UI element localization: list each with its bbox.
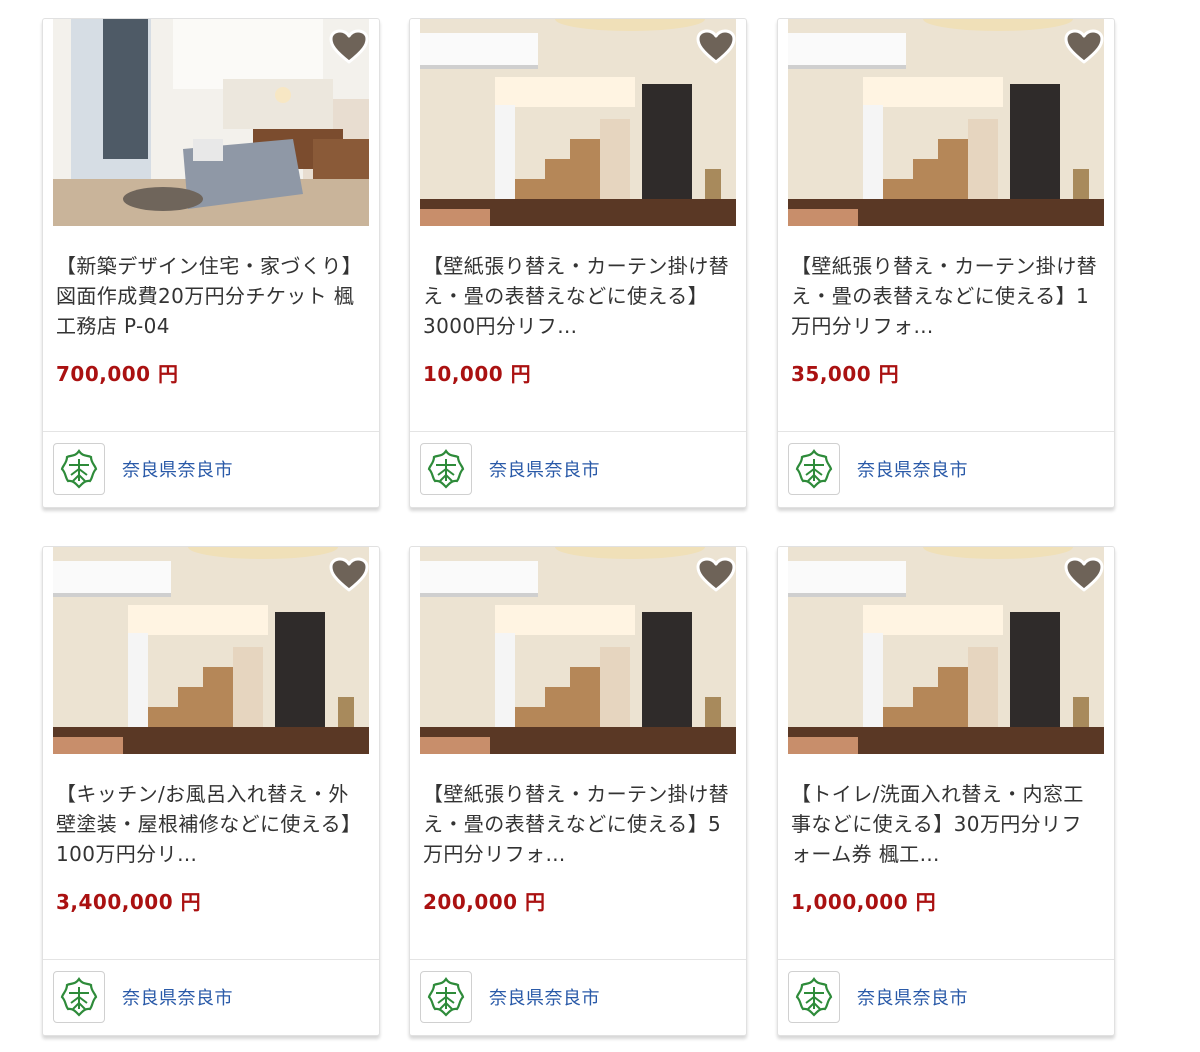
heart-icon[interactable] bbox=[1064, 29, 1104, 65]
municipality-link[interactable]: 奈良県奈良市 bbox=[122, 456, 233, 482]
product-card[interactable]: 【壁紙張り替え・カーテン掛け替え・畳の表替えなどに使える】1万円分リフォ… 35… bbox=[777, 18, 1115, 508]
product-price: 200,000 円 bbox=[423, 890, 546, 914]
heart-icon[interactable] bbox=[696, 557, 736, 593]
product-title[interactable]: 【新築デザイン住宅・家づくり】図面作成費20万円分チケット 楓工務店 P-04 bbox=[56, 251, 364, 341]
product-price: 35,000 円 bbox=[791, 362, 900, 386]
nara-city-emblem-icon bbox=[53, 443, 105, 495]
heart-icon[interactable] bbox=[1064, 557, 1104, 593]
heart-icon[interactable] bbox=[329, 557, 369, 593]
divider bbox=[410, 959, 746, 960]
product-card[interactable]: 【トイレ/洗面入れ替え・内窓工事などに使える】30万円分リフォーム券 楓工… 1… bbox=[777, 546, 1115, 1036]
divider bbox=[43, 959, 379, 960]
product-title[interactable]: 【トイレ/洗面入れ替え・内窓工事などに使える】30万円分リフォーム券 楓工… bbox=[791, 779, 1099, 869]
product-card[interactable]: 【壁紙張り替え・カーテン掛け替え・畳の表替えなどに使える】5万円分リフォ… 20… bbox=[409, 546, 747, 1036]
product-image-stair-shelf-room[interactable] bbox=[53, 547, 369, 754]
divider bbox=[778, 431, 1114, 432]
nara-city-emblem-icon bbox=[53, 971, 105, 1023]
divider bbox=[410, 431, 746, 432]
product-image-stair-shelf-room[interactable] bbox=[788, 547, 1104, 754]
municipality-link[interactable]: 奈良県奈良市 bbox=[122, 984, 233, 1010]
product-image-stair-shelf-room[interactable] bbox=[420, 19, 736, 226]
nara-city-emblem-icon bbox=[788, 443, 840, 495]
nara-city-emblem-icon bbox=[420, 443, 472, 495]
product-price: 3,400,000 円 bbox=[56, 890, 202, 914]
municipality-link[interactable]: 奈良県奈良市 bbox=[489, 456, 600, 482]
product-image-stair-shelf-room[interactable] bbox=[788, 19, 1104, 226]
heart-icon[interactable] bbox=[696, 29, 736, 65]
product-card[interactable]: 【壁紙張り替え・カーテン掛け替え・畳の表替えなどに使える】3000円分リフ… 1… bbox=[409, 18, 747, 508]
product-title[interactable]: 【壁紙張り替え・カーテン掛け替え・畳の表替えなどに使える】5万円分リフォ… bbox=[423, 779, 731, 869]
product-image-stair-shelf-room[interactable] bbox=[420, 547, 736, 754]
product-image-living-room[interactable] bbox=[53, 19, 369, 226]
municipality-link[interactable]: 奈良県奈良市 bbox=[489, 984, 600, 1010]
product-price: 700,000 円 bbox=[56, 362, 179, 386]
product-price: 1,000,000 円 bbox=[791, 890, 937, 914]
divider bbox=[778, 959, 1114, 960]
product-price: 10,000 円 bbox=[423, 362, 532, 386]
nara-city-emblem-icon bbox=[788, 971, 840, 1023]
product-title[interactable]: 【壁紙張り替え・カーテン掛け替え・畳の表替えなどに使える】3000円分リフ… bbox=[423, 251, 731, 341]
heart-icon[interactable] bbox=[329, 29, 369, 65]
product-title[interactable]: 【キッチン/お風呂入れ替え・外壁塗装・屋根補修などに使える】100万円分リ… bbox=[56, 779, 364, 869]
product-card[interactable]: 【キッチン/お風呂入れ替え・外壁塗装・屋根補修などに使える】100万円分リ… 3… bbox=[42, 546, 380, 1036]
product-title[interactable]: 【壁紙張り替え・カーテン掛け替え・畳の表替えなどに使える】1万円分リフォ… bbox=[791, 251, 1099, 341]
divider bbox=[43, 431, 379, 432]
municipality-link[interactable]: 奈良県奈良市 bbox=[857, 984, 968, 1010]
product-card[interactable]: 【新築デザイン住宅・家づくり】図面作成費20万円分チケット 楓工務店 P-04 … bbox=[42, 18, 380, 508]
municipality-link[interactable]: 奈良県奈良市 bbox=[857, 456, 968, 482]
nara-city-emblem-icon bbox=[420, 971, 472, 1023]
